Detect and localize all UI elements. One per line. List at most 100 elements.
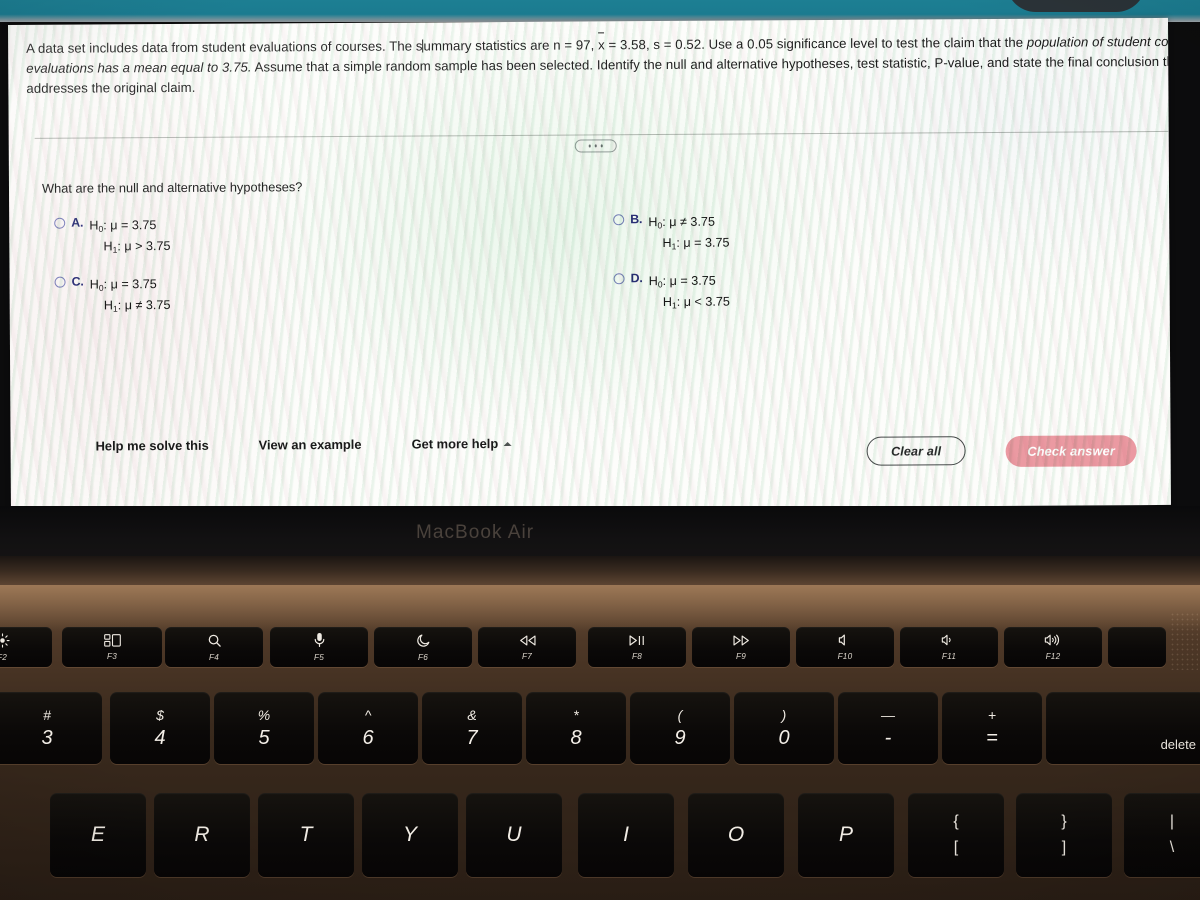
key-6-shift: ^ xyxy=(364,706,372,723)
view-an-example-link[interactable]: View an example xyxy=(259,436,362,452)
key-u-label: U xyxy=(506,823,522,846)
option-d-h0: H0: μ = 3.75 xyxy=(648,273,716,290)
keyboard-deck-highlight xyxy=(0,585,1200,631)
clear-all-button[interactable]: Clear all xyxy=(866,436,966,466)
key-p[interactable]: P xyxy=(798,793,894,877)
key-equals-main: = xyxy=(986,726,998,749)
key-o-label: O xyxy=(727,823,745,846)
key-y[interactable]: Y xyxy=(362,793,458,877)
radio-button-a[interactable] xyxy=(54,217,66,229)
ellipsis-dot xyxy=(600,144,603,147)
key-backslash[interactable]: | \ xyxy=(1124,793,1200,877)
key-r[interactable]: R xyxy=(154,793,250,877)
key-t-label: T xyxy=(299,823,313,846)
option-d[interactable]: D. H0: μ = 3.75 H1: μ < 3.75 xyxy=(613,270,730,313)
key-0-main: 0 xyxy=(778,726,790,749)
key-f2[interactable]: F2 xyxy=(0,627,52,667)
key-bracket-right[interactable]: } ] xyxy=(1016,793,1112,877)
key-u[interactable]: U xyxy=(466,793,562,877)
key-f10-label: F10 xyxy=(837,652,853,661)
key-bracket-left[interactable]: { [ xyxy=(908,793,1004,877)
key-f12-label: F12 xyxy=(1045,652,1061,661)
microphone-icon xyxy=(313,632,326,648)
key-9-shift: ( xyxy=(677,706,683,723)
key-r-label: R xyxy=(194,823,210,846)
key-minus-main: - xyxy=(884,726,892,749)
key-5-shift: % xyxy=(257,706,271,723)
key-f7[interactable]: F7 xyxy=(478,627,576,667)
key-f3[interactable]: F3 xyxy=(62,627,162,667)
macbook-air-logo: MacBook Air xyxy=(416,522,535,543)
key-9[interactable]: ( 9 xyxy=(630,692,730,764)
key-i[interactable]: I xyxy=(578,793,674,877)
volume-down-icon xyxy=(941,633,957,647)
question-prompt: What are the null and alternative hypoth… xyxy=(41,179,303,196)
key-f4[interactable]: F4 xyxy=(165,627,263,667)
key-minus[interactable]: — - xyxy=(838,692,938,764)
key-7[interactable]: & 7 xyxy=(422,692,522,764)
option-a[interactable]: A. H0: μ = 3.75 H1: μ > 3.75 xyxy=(54,214,171,257)
key-f4-label: F4 xyxy=(208,652,220,662)
key-f8-label: F8 xyxy=(631,651,643,661)
check-answer-button[interactable]: Check answer xyxy=(1005,435,1137,467)
key-t[interactable]: T xyxy=(258,793,354,877)
radio-button-b[interactable] xyxy=(613,214,625,226)
key-f12[interactable]: F12 xyxy=(1004,627,1102,667)
key-8[interactable]: * 8 xyxy=(526,692,626,764)
volume-up-icon xyxy=(1044,633,1063,647)
key-i-label: I xyxy=(623,823,629,846)
key-y-label: Y xyxy=(402,823,417,846)
key-3[interactable]: # 3 xyxy=(0,692,102,764)
key-7-shift: & xyxy=(467,706,477,723)
stmt-part3: = 3.58, s = 0.52. Use a 0.05 significanc… xyxy=(604,34,1027,53)
key-equals[interactable]: + = xyxy=(942,692,1042,764)
key-f10[interactable]: F10 xyxy=(796,627,894,667)
key-f5[interactable]: F5 xyxy=(270,627,368,667)
get-more-help-link[interactable]: Get more help xyxy=(412,435,512,451)
option-b-h0: H0: μ ≠ 3.75 xyxy=(648,214,715,231)
key-8-main: 8 xyxy=(570,726,582,749)
ellipsis-icon[interactable] xyxy=(574,139,617,153)
key-power[interactable] xyxy=(1108,627,1166,667)
key-e[interactable]: E xyxy=(50,793,146,877)
key-4[interactable]: $ 4 xyxy=(110,692,210,764)
key-f3-label: F3 xyxy=(106,651,118,661)
key-f7-label: F7 xyxy=(521,651,533,661)
key-p-label: P xyxy=(838,823,853,846)
fast-forward-icon xyxy=(732,634,751,647)
key-5[interactable]: % 5 xyxy=(214,692,314,764)
key-f6[interactable]: F6 xyxy=(374,627,472,667)
help-me-solve-this-link[interactable]: Help me solve this xyxy=(96,437,209,453)
key-delete[interactable]: delete xyxy=(1046,692,1200,764)
key-minus-shift: — xyxy=(881,706,895,723)
background-object xyxy=(1006,0,1146,12)
option-b[interactable]: B. H0: μ ≠ 3.75 H1: μ = 3.75 xyxy=(613,211,730,254)
mission-control-icon xyxy=(103,633,121,647)
key-f8[interactable]: F8 xyxy=(588,627,686,667)
option-letter-d: D. xyxy=(630,271,643,286)
option-letter-b: B. xyxy=(630,212,643,227)
radio-button-c[interactable] xyxy=(54,276,66,288)
key-0[interactable]: ) 0 xyxy=(734,692,834,764)
key-f9-label: F9 xyxy=(735,651,747,661)
ellipsis-dot xyxy=(594,144,597,148)
option-c-h0: H0: μ = 3.75 xyxy=(89,277,157,293)
key-bracket-right-shift: } xyxy=(1061,813,1067,830)
key-f9[interactable]: F9 xyxy=(692,627,790,667)
key-o[interactable]: O xyxy=(688,793,784,877)
key-6[interactable]: ^ 6 xyxy=(318,692,418,764)
key-3-main: 3 xyxy=(41,726,53,749)
option-letter-a: A. xyxy=(71,215,84,230)
key-f11[interactable]: F11 xyxy=(900,627,998,667)
chevron-up-icon xyxy=(503,441,512,446)
key-e-label: E xyxy=(90,823,105,846)
key-f2-label: F2 xyxy=(0,652,8,662)
radio-button-d[interactable] xyxy=(613,273,625,285)
option-c[interactable]: C. H0: μ = 3.75 H1: μ ≠ 3.75 xyxy=(54,273,171,316)
photo-scene: A data set includes data from student ev… xyxy=(0,0,1200,900)
key-9-main: 9 xyxy=(674,726,686,749)
key-5-main: 5 xyxy=(258,726,270,749)
key-bracket-right-main: ] xyxy=(1061,839,1067,856)
laptop-screen-frame: A data set includes data from student ev… xyxy=(0,17,1200,522)
brightness-icon xyxy=(0,632,10,648)
